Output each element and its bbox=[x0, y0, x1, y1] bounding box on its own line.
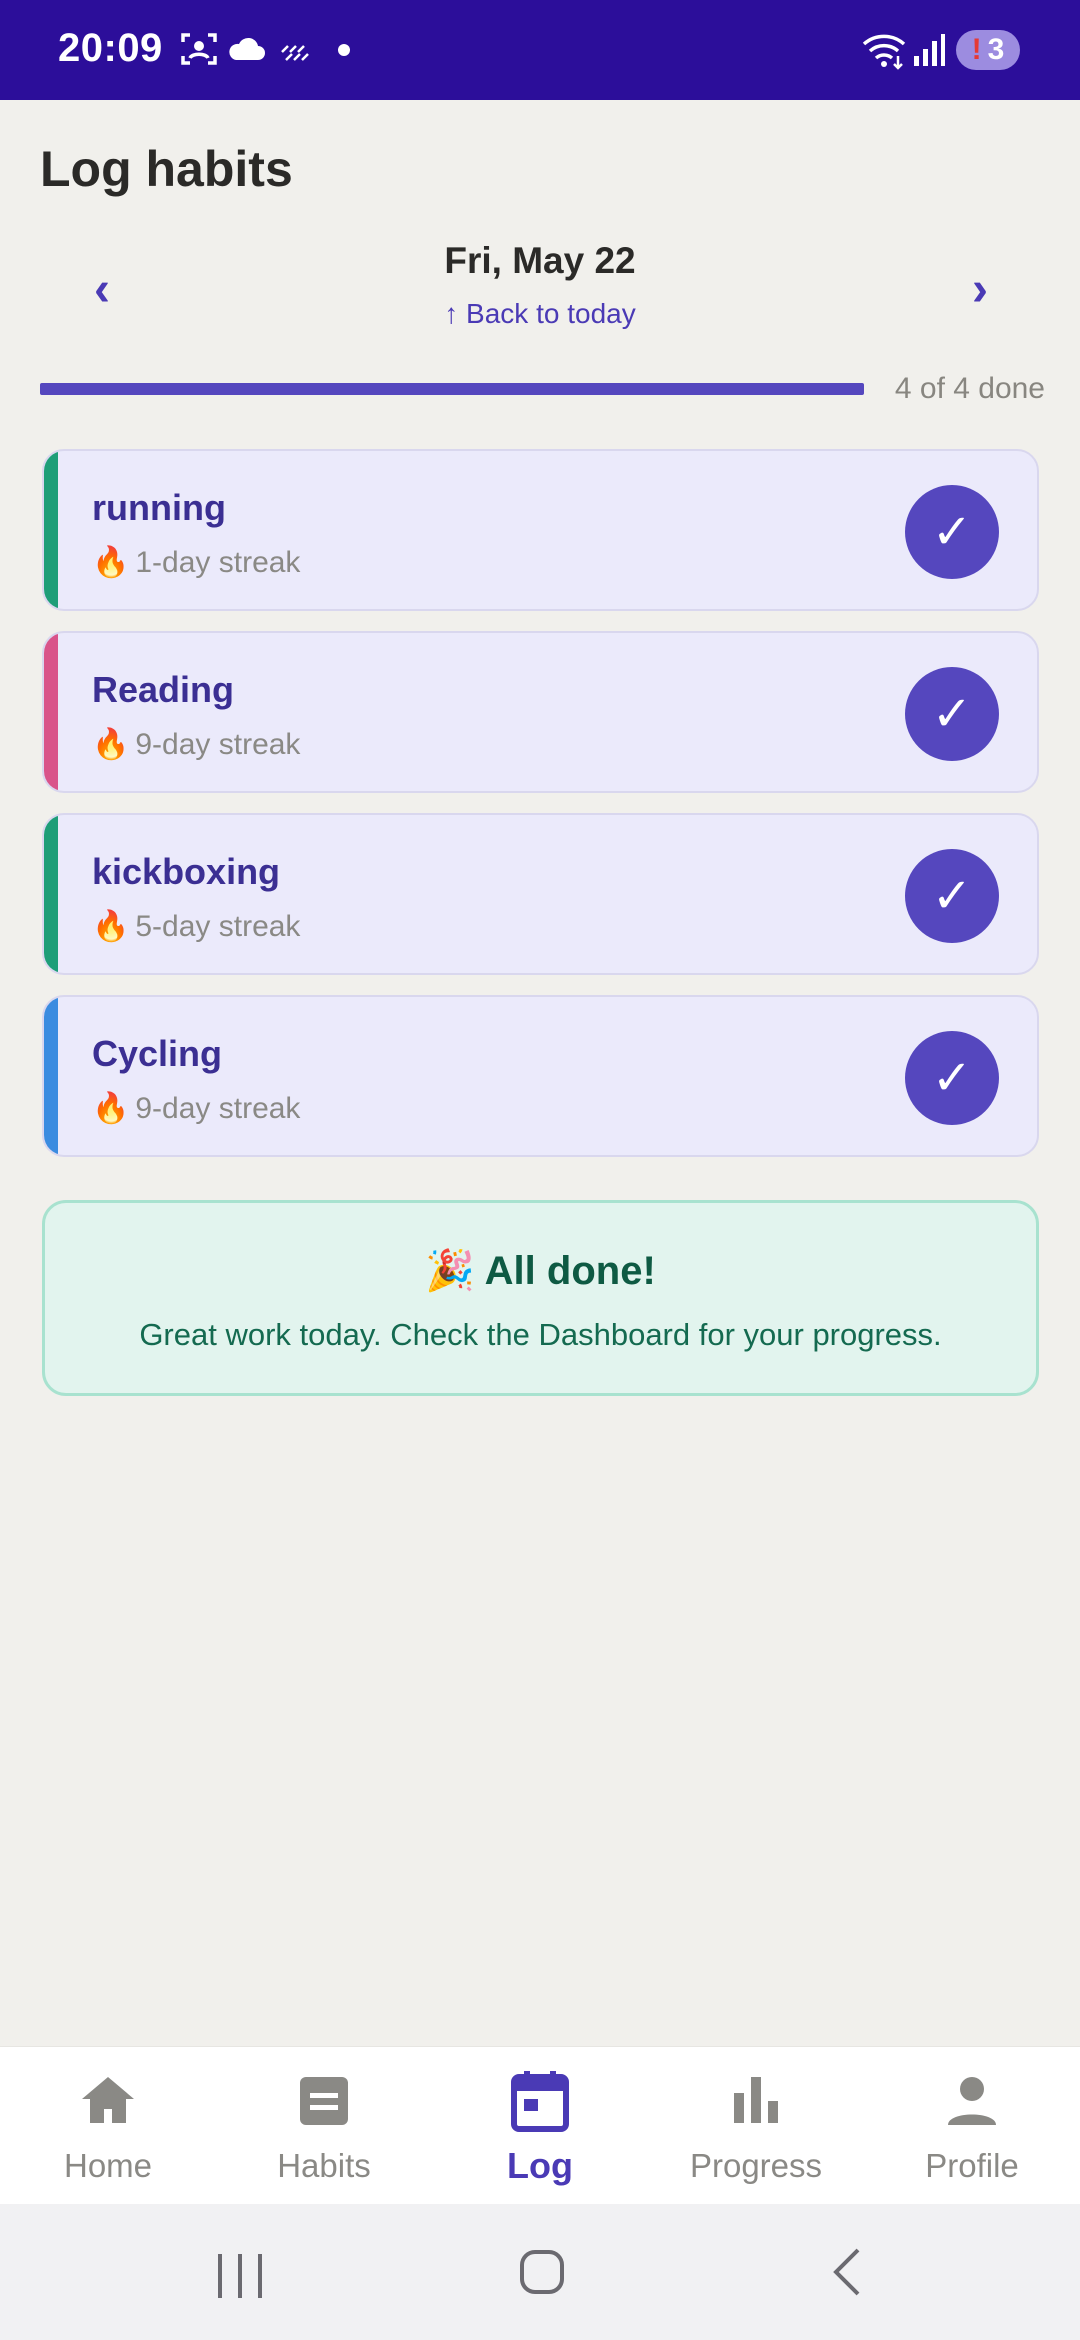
dot-icon bbox=[338, 44, 350, 56]
wifi-icon bbox=[862, 34, 906, 70]
flame-icon: 🔥 bbox=[92, 910, 130, 943]
habit-card-kickboxing[interactable]: kickboxing 🔥 5-day streak ✓ bbox=[42, 813, 1039, 975]
progress-bar bbox=[40, 383, 864, 395]
status-time: 20:09 bbox=[58, 26, 163, 70]
habit-streak: 🔥 1-day streak bbox=[92, 545, 300, 580]
nav-progress[interactable]: Progress bbox=[648, 2047, 864, 2205]
streak-label: 9-day streak bbox=[135, 1091, 301, 1125]
flame-icon: 🔥 bbox=[92, 728, 130, 761]
nav-log[interactable]: Log bbox=[432, 2047, 648, 2205]
page-title: Log habits bbox=[40, 141, 293, 197]
habit-streak: 🔥 5-day streak bbox=[92, 909, 300, 944]
habit-name: Cycling bbox=[92, 1033, 223, 1074]
habit-card-cycling[interactable]: Cycling 🔥 9-day streak ✓ bbox=[42, 995, 1039, 1157]
habit-name: running bbox=[92, 487, 226, 528]
party-icon: 🎉 bbox=[425, 1249, 476, 1293]
checkmark-icon: ✓ bbox=[931, 688, 973, 741]
habit-name: Reading bbox=[92, 669, 235, 710]
flame-icon: 🔥 bbox=[92, 1092, 130, 1125]
completion-title-text: All done! bbox=[484, 1249, 656, 1293]
nav-habits[interactable]: Habits bbox=[216, 2047, 432, 2205]
next-day-button[interactable]: › bbox=[950, 262, 1010, 317]
streak-label: 1-day streak bbox=[135, 545, 301, 579]
progress-fill bbox=[40, 383, 864, 395]
streak-label: 5-day streak bbox=[135, 909, 301, 943]
checkmark-icon: ✓ bbox=[931, 1052, 973, 1105]
back-to-today-link[interactable]: ↑ Back to today bbox=[340, 298, 740, 330]
system-nav-bar bbox=[0, 2204, 1080, 2340]
habit-streak: 🔥 9-day streak bbox=[92, 1091, 300, 1126]
habit-color-bar bbox=[44, 815, 58, 973]
alert-badge-icon: ! 3 bbox=[956, 30, 1020, 70]
completion-message: Great work today. Check the Dashboard fo… bbox=[139, 1317, 942, 1352]
signal-icon bbox=[914, 34, 945, 66]
flame-icon: 🔥 bbox=[92, 546, 130, 579]
prev-day-button[interactable]: ‹ bbox=[72, 262, 132, 317]
checkmark-icon: ✓ bbox=[931, 870, 973, 923]
nav-habits-label: Habits bbox=[277, 2147, 371, 2184]
date-label: Fri, May 22 bbox=[444, 240, 636, 281]
check-button[interactable]: ✓ bbox=[905, 667, 999, 761]
person-icon bbox=[948, 2077, 996, 2125]
check-button[interactable]: ✓ bbox=[905, 1031, 999, 1125]
check-button[interactable]: ✓ bbox=[905, 485, 999, 579]
nav-home-label: Home bbox=[63, 2147, 153, 2184]
nav-home[interactable]: Home bbox=[0, 2047, 216, 2205]
habit-card-running[interactable]: running 🔥 1-day streak ✓ bbox=[42, 449, 1039, 611]
weather-icon bbox=[281, 45, 309, 61]
nav-log-label: Log bbox=[507, 2145, 573, 2186]
streak-label: 9-day streak bbox=[135, 727, 301, 761]
habits-icon bbox=[300, 2077, 348, 2125]
progress-label: 4 of 4 done bbox=[894, 372, 1045, 405]
nav-progress-label: Progress bbox=[689, 2147, 823, 2184]
completion-title: 🎉 All done! bbox=[45, 1247, 1036, 1294]
status-bar: 20:09 ! 3 bbox=[0, 0, 1080, 100]
check-button[interactable]: ✓ bbox=[905, 849, 999, 943]
completion-card: 🎉 All done! Great work today. Check the … bbox=[42, 1200, 1039, 1396]
recent-apps-icon[interactable] bbox=[180, 2204, 300, 2340]
habit-color-bar bbox=[44, 633, 58, 791]
habit-card-reading[interactable]: Reading 🔥 9-day streak ✓ bbox=[42, 631, 1039, 793]
habit-color-bar bbox=[44, 997, 58, 1155]
bottom-nav: Home Habits Log Progress Profile bbox=[0, 2046, 1080, 2204]
home-button-icon[interactable] bbox=[482, 2204, 602, 2340]
screenshot-icon bbox=[181, 33, 217, 65]
habit-streak: 🔥 9-day streak bbox=[92, 727, 300, 762]
nav-profile[interactable]: Profile bbox=[864, 2047, 1080, 2205]
nav-profile-label: Profile bbox=[925, 2147, 1019, 2184]
checkmark-icon: ✓ bbox=[931, 506, 973, 559]
back-icon[interactable] bbox=[786, 2204, 906, 2340]
calendar-icon bbox=[511, 2071, 569, 2132]
bar-chart-icon bbox=[734, 2077, 778, 2123]
home-icon bbox=[82, 2077, 134, 2123]
cloud-icon bbox=[229, 37, 265, 60]
notification-count: 3 bbox=[987, 33, 1005, 66]
habit-name: kickboxing bbox=[92, 851, 281, 892]
habit-color-bar bbox=[44, 451, 58, 609]
